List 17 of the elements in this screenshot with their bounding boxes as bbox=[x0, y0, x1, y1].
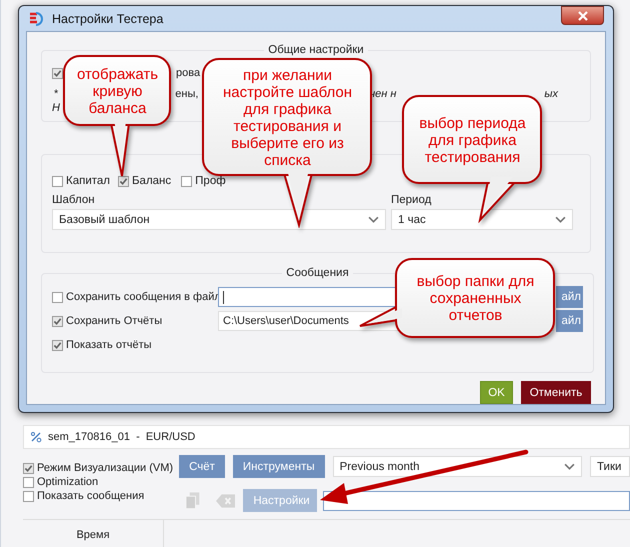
note-text: Н bbox=[52, 102, 60, 114]
note-text: ых bbox=[544, 88, 558, 102]
checkbox-label: рова bbox=[176, 67, 200, 79]
option-label: Optimization bbox=[37, 476, 98, 488]
note-text: ены, bbox=[175, 88, 198, 102]
section-title: Сообщения bbox=[285, 267, 350, 279]
option-label: Режим Визуализации (VM) bbox=[37, 462, 174, 474]
section-title: Общие настройки bbox=[267, 44, 365, 56]
checkbox-label: Сохранить Отчёты bbox=[66, 315, 162, 327]
option-label: Показать сообщения bbox=[37, 490, 144, 502]
window-title: Настройки Тестера bbox=[52, 12, 164, 26]
checkbox-label: Проф bbox=[195, 175, 226, 187]
callout-tooltip: выбор папки для сохраненных отчетов bbox=[358, 258, 557, 340]
field-label: Шаблон bbox=[52, 194, 96, 206]
note-text: * bbox=[54, 88, 58, 102]
field-label: Период bbox=[391, 194, 432, 206]
checkbox-label: Показать отчёты bbox=[66, 339, 152, 351]
